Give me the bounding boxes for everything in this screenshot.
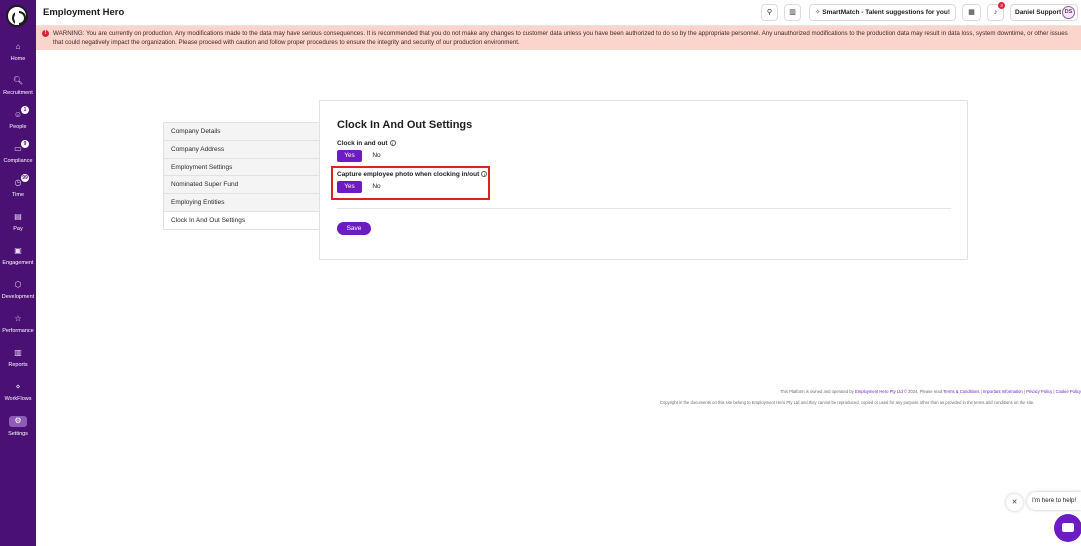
smartmatch-label: SmartMatch - Talent suggestions for you!	[822, 9, 950, 16]
clock-in-out-label: Clock in and out i	[337, 140, 396, 147]
footer-terms-link[interactable]: Terms & Conditions	[943, 389, 979, 394]
sidebar-item-pay[interactable]: ▤ Pay	[0, 212, 36, 242]
notifications-button[interactable]: ♪ 3	[987, 2, 1005, 21]
sidebar: ⌂ Home 🔍︎ Recruitment ☺ People 1 ▭ Compliance 9 ◷ T…	[0, 0, 36, 546]
count-badge: 1	[21, 106, 29, 114]
sidebar-item-label: Recruitment	[3, 90, 33, 96]
apps-button[interactable]: ▦	[962, 4, 981, 21]
organisation-button[interactable]: ▥	[784, 4, 801, 21]
engagement-icon: ▣	[14, 246, 22, 255]
footer-mid: © 2024. Please read	[902, 389, 944, 394]
clock-settings-card: Clock In And Out Settings Clock in and o…	[319, 100, 968, 260]
sidebar-item-label: Compliance	[3, 158, 33, 164]
app-title: Employment Hero	[43, 7, 125, 18]
warning-icon: !	[42, 30, 49, 37]
save-button[interactable]: Save	[337, 222, 371, 235]
avatar: DS	[1062, 6, 1075, 19]
reports-icon: ▥	[14, 348, 22, 357]
sidebar-item-label: Performance	[2, 328, 34, 334]
top-header: Employment Hero ⚲ ▥ ✧ SmartMatch - Talen…	[36, 0, 1081, 26]
sidebar-item-workflows[interactable]: ⋄ WorkFlows	[0, 382, 36, 412]
settings-nav-company-address[interactable]: Company Address	[163, 139, 320, 159]
smartmatch-button[interactable]: ✧ SmartMatch - Talent suggestions for yo…	[809, 4, 956, 21]
time-icon: ◷	[14, 178, 22, 187]
user-menu[interactable]: Daniel Support DS	[1010, 4, 1078, 21]
help-bubble[interactable]: I'm here to help!	[1027, 492, 1081, 510]
capture-photo-label-text: Capture employee photo when clocking in/…	[337, 171, 480, 178]
sidebar-item-label: Development	[1, 294, 35, 300]
chat-icon	[1062, 523, 1074, 532]
settings-nav-clock-in-out[interactable]: Clock In And Out Settings	[163, 210, 320, 230]
capture-photo-no-button[interactable]: No	[364, 181, 389, 193]
count-badge: 99	[21, 174, 29, 182]
sidebar-item-engagement[interactable]: ▣ Engagement	[0, 246, 36, 276]
settings-nav-employing-entities[interactable]: Employing Entities	[163, 193, 320, 212]
pay-icon: ▤	[14, 212, 22, 221]
production-warning-banner: ! WARNING: You are currently on producti…	[36, 26, 1081, 50]
performance-icon: ☆	[14, 314, 22, 323]
settings-nav-nominated-super-fund[interactable]: Nominated Super Fund	[163, 175, 320, 195]
development-icon: ⬡	[14, 280, 22, 289]
clock-in-out-yes-button[interactable]: Yes	[337, 150, 362, 162]
clock-in-out-no-button[interactable]: No	[364, 150, 389, 162]
info-icon[interactable]: i	[481, 171, 488, 177]
notifications-badge: 3	[998, 2, 1005, 9]
compliance-icon: ▭	[14, 144, 22, 153]
footer-privacy-link[interactable]: Privacy Policy	[1026, 389, 1052, 394]
recruitment-icon: 🔍︎	[12, 76, 24, 85]
clock-in-out-label-text: Clock in and out	[337, 140, 388, 147]
sidebar-item-performance[interactable]: ☆ Performance	[0, 314, 36, 344]
footer-company-link[interactable]: Employment Hero Pty Ltd	[855, 389, 903, 394]
info-icon[interactable]: i	[389, 140, 396, 146]
settings-nav-company-details[interactable]: Company Details	[163, 122, 320, 141]
footer-cookie-link[interactable]: Cookie Policy	[1056, 389, 1081, 394]
sidebar-item-settings[interactable]: ⚙ Settings	[0, 416, 36, 446]
warning-text: WARNING: You are currently on production…	[53, 30, 1068, 47]
capture-photo-yes-button[interactable]: Yes	[337, 181, 362, 193]
divider	[337, 208, 951, 209]
settings-nav: Company Details Company Address Employme…	[163, 122, 320, 230]
sidebar-item-label: Reports	[8, 362, 28, 368]
sidebar-item-label: Settings	[8, 431, 28, 437]
bell-icon: ♪	[993, 9, 998, 16]
apps-icon: ▦	[968, 9, 975, 16]
sidebar-item-people[interactable]: ☺ People 1	[0, 106, 36, 140]
sidebar-item-compliance[interactable]: ▭ Compliance 9	[0, 140, 36, 174]
search-icon: ⚲	[766, 9, 773, 16]
footer-important-info-link[interactable]: Important Information	[983, 389, 1023, 394]
page-title: Clock In And Out Settings	[337, 119, 473, 131]
people-icon: ☺	[13, 110, 23, 119]
help-close-button[interactable]: ✕	[1006, 494, 1023, 511]
gear-icon: ⚙	[9, 416, 27, 427]
home-icon: ⌂	[15, 42, 21, 51]
user-name: Daniel Support	[1015, 9, 1062, 16]
sidebar-item-label: WorkFlows	[4, 396, 32, 402]
footer-ownership: This Platform is owned and operated by E…	[780, 389, 1081, 394]
sidebar-item-label: Engagement	[2, 260, 34, 266]
sidebar-item-label: People	[9, 124, 27, 130]
building-icon: ▥	[789, 9, 796, 16]
workflows-icon: ⋄	[15, 382, 21, 391]
sidebar-item-label: Home	[10, 56, 26, 62]
footer-copyright: Copyright in the documents on this site …	[660, 400, 1035, 405]
close-icon: ✕	[1011, 499, 1018, 506]
count-badge: 9	[21, 140, 29, 148]
sidebar-item-home[interactable]: ⌂ Home	[0, 42, 36, 72]
sidebar-item-reports[interactable]: ▥ Reports	[0, 348, 36, 378]
employment-hero-logo[interactable]	[6, 5, 28, 27]
settings-nav-employment-settings[interactable]: Employment Settings	[163, 157, 320, 177]
sidebar-item-time[interactable]: ◷ Time 99	[0, 174, 36, 208]
search-button[interactable]: ⚲	[761, 4, 778, 21]
capture-photo-label: Capture employee photo when clocking in/…	[337, 171, 488, 178]
sidebar-item-recruitment[interactable]: 🔍︎ Recruitment	[0, 76, 36, 106]
sidebar-item-label: Time	[11, 192, 25, 198]
sidebar-item-development[interactable]: ⬡ Development	[0, 280, 36, 310]
help-chat-button[interactable]	[1054, 514, 1081, 542]
footer-prefix: This Platform is owned and operated by	[780, 389, 855, 394]
sidebar-item-label: Pay	[13, 226, 23, 232]
